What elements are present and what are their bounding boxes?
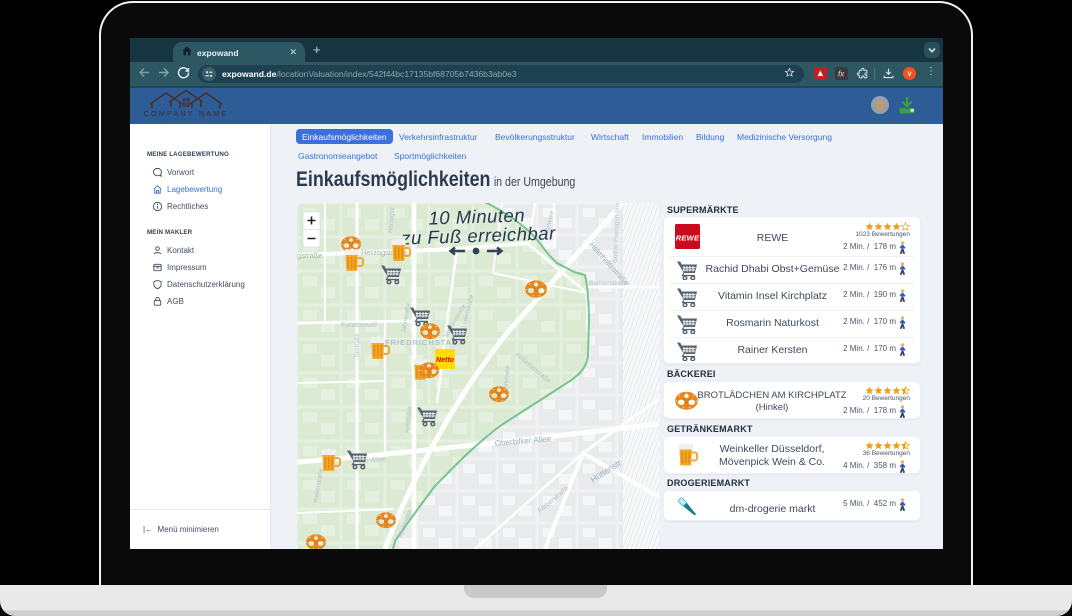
svg-text:Slogan Goes Here: Slogan Goes Here — [154, 118, 217, 123]
svg-text:fx: fx — [838, 70, 845, 79]
svg-text:V: V — [907, 71, 912, 78]
svg-text:COMPANY NAME: COMPANY NAME — [144, 109, 229, 118]
svg-text:gstraße: gstraße — [297, 251, 322, 260]
svg-text:Bunsenstraße: Bunsenstraße — [589, 280, 630, 287]
svg-text:REWE: REWE — [676, 234, 700, 243]
svg-text:Netto: Netto — [436, 357, 455, 364]
svg-text:Talstraße: Talstraße — [355, 333, 361, 358]
svg-text:Fürstenwall: Fürstenwall — [341, 322, 377, 329]
